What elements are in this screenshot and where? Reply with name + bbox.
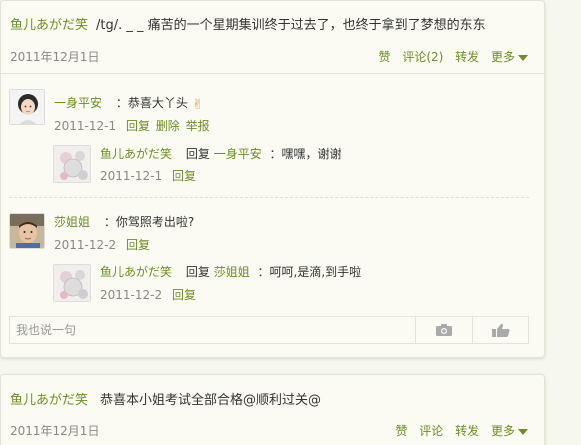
caret-down-icon (518, 54, 528, 61)
forward-button[interactable]: 转发 (455, 424, 479, 438)
reply-meta: 2011-12-2 回复 (100, 286, 196, 303)
reply-link[interactable]: 回复 (126, 119, 150, 133)
reply-word: 回复 (185, 265, 210, 279)
post-author-link[interactable]: 鱼儿あがだ笑 (10, 393, 88, 408)
camera-button[interactable] (415, 317, 472, 343)
avatar-girl-icon (10, 90, 44, 124)
reply-word: 回复 (185, 147, 210, 161)
comment-author-link[interactable]: 一身平安 (54, 96, 102, 110)
like-button[interactable]: 赞 (378, 50, 390, 64)
post-header: 鱼儿あがだ笑/tg/. _ _ 痛苦的一个星期集训终于过去了，也终于拿到了梦想的… (10, 14, 486, 33)
feed-post-card: 鱼儿あがだ笑 恭喜本小姐考试全部合格@顺利过关@ 2011年12月1日 赞 评论 … (0, 374, 545, 445)
reply-author-link[interactable]: 鱼儿あがだ笑 (100, 265, 172, 279)
comment-text: ：你驾照考出啦? (103, 215, 195, 229)
comment-line: 莎姐姐 ：你驾照考出啦? (54, 213, 194, 230)
reply-target-link[interactable]: 一身平安 (214, 147, 262, 161)
more-label: 更多 (490, 50, 515, 64)
reply-author-link[interactable]: 鱼儿あがだ笑 (100, 147, 172, 161)
post-date: 2011年12月1日 (10, 424, 100, 438)
like-button[interactable]: 赞 (395, 424, 407, 438)
reply-line: 鱼儿あがだ笑 回复 一身平安 ：嘿嘿，谢谢 (100, 145, 342, 162)
thumbs-up-button[interactable] (472, 317, 529, 343)
comment-date: 2011-12-2 (54, 238, 117, 252)
caret-down-icon (518, 428, 528, 435)
post-text: /tg/. _ _ 痛苦的一个星期集训终于过去了，也终于拿到了梦想的东东 (96, 18, 486, 33)
avatar-cartoon-icon (54, 146, 90, 182)
post-author-link[interactable]: 鱼儿あがだ笑 (10, 18, 88, 33)
comment-section: 一身平安 ：恭喜大丫头 ✌ 2011-12-1 回复 删除 举报 鱼儿あがだ笑 回… (1, 73, 544, 357)
avatar[interactable] (53, 264, 91, 302)
comment-input[interactable] (10, 317, 414, 343)
delete-link[interactable]: 删除 (156, 119, 180, 133)
comment-meta: 2011-12-1 回复 删除 举报 (54, 117, 210, 134)
feed-post-card: 鱼儿あがだ笑/tg/. _ _ 痛苦的一个星期集训终于过去了，也终于拿到了梦想的… (0, 0, 545, 358)
reply-line: 鱼儿あがだ笑 回复 莎姐姐 ：呵呵,是滴,到手啦 (100, 263, 361, 280)
reply-link[interactable]: 回复 (172, 288, 196, 302)
victory-hand-icon: ✌ (191, 97, 204, 113)
post-actions: 赞 评论 转发 更多 (387, 422, 528, 439)
more-label: 更多 (490, 424, 515, 438)
avatar-cartoon-icon (54, 265, 90, 301)
avatar[interactable] (9, 89, 45, 125)
comment-meta: 2011-12-2 回复 (54, 236, 150, 253)
reply-date: 2011-12-2 (100, 288, 163, 302)
forward-button[interactable]: 转发 (455, 50, 479, 64)
avatar[interactable] (9, 213, 45, 249)
avatar-child-icon (10, 214, 44, 248)
post-date: 2011年12月1日 (10, 50, 100, 64)
more-button[interactable]: 更多 (491, 424, 528, 438)
comment-divider (9, 197, 529, 198)
reply-text: ：呵呵,是滴,到手啦 (257, 265, 362, 279)
comment-input-box (9, 316, 529, 344)
comment-button[interactable]: 评论(2) (402, 50, 443, 64)
post-header: 鱼儿あがだ笑 恭喜本小姐考试全部合格@顺利过关@ (10, 389, 321, 408)
reply-date: 2011-12-1 (100, 169, 163, 183)
comment-date: 2011-12-1 (54, 119, 117, 133)
thumbs-up-icon (492, 323, 510, 337)
reply-target-link[interactable]: 莎姐姐 (214, 265, 250, 279)
avatar[interactable] (53, 145, 91, 183)
report-link[interactable]: 举报 (186, 119, 210, 133)
reply-meta: 2011-12-1 回复 (100, 167, 196, 184)
camera-icon (436, 324, 452, 336)
post-text: 恭喜本小姐考试全部合格@顺利过关@ (100, 393, 322, 408)
more-button[interactable]: 更多 (491, 50, 528, 64)
reply-link[interactable]: 回复 (172, 169, 196, 183)
comment-line: 一身平安 ：恭喜大丫头 ✌ (54, 94, 204, 113)
comment-button[interactable]: 评论 (419, 424, 443, 438)
comment-text: ：恭喜大丫头 (115, 96, 188, 110)
comment-author-link[interactable]: 莎姐姐 (54, 215, 90, 229)
reply-link[interactable]: 回复 (126, 238, 150, 252)
post-actions: 赞 评论(2) 转发 更多 (370, 48, 528, 65)
reply-text: ：嘿嘿，谢谢 (269, 147, 342, 161)
